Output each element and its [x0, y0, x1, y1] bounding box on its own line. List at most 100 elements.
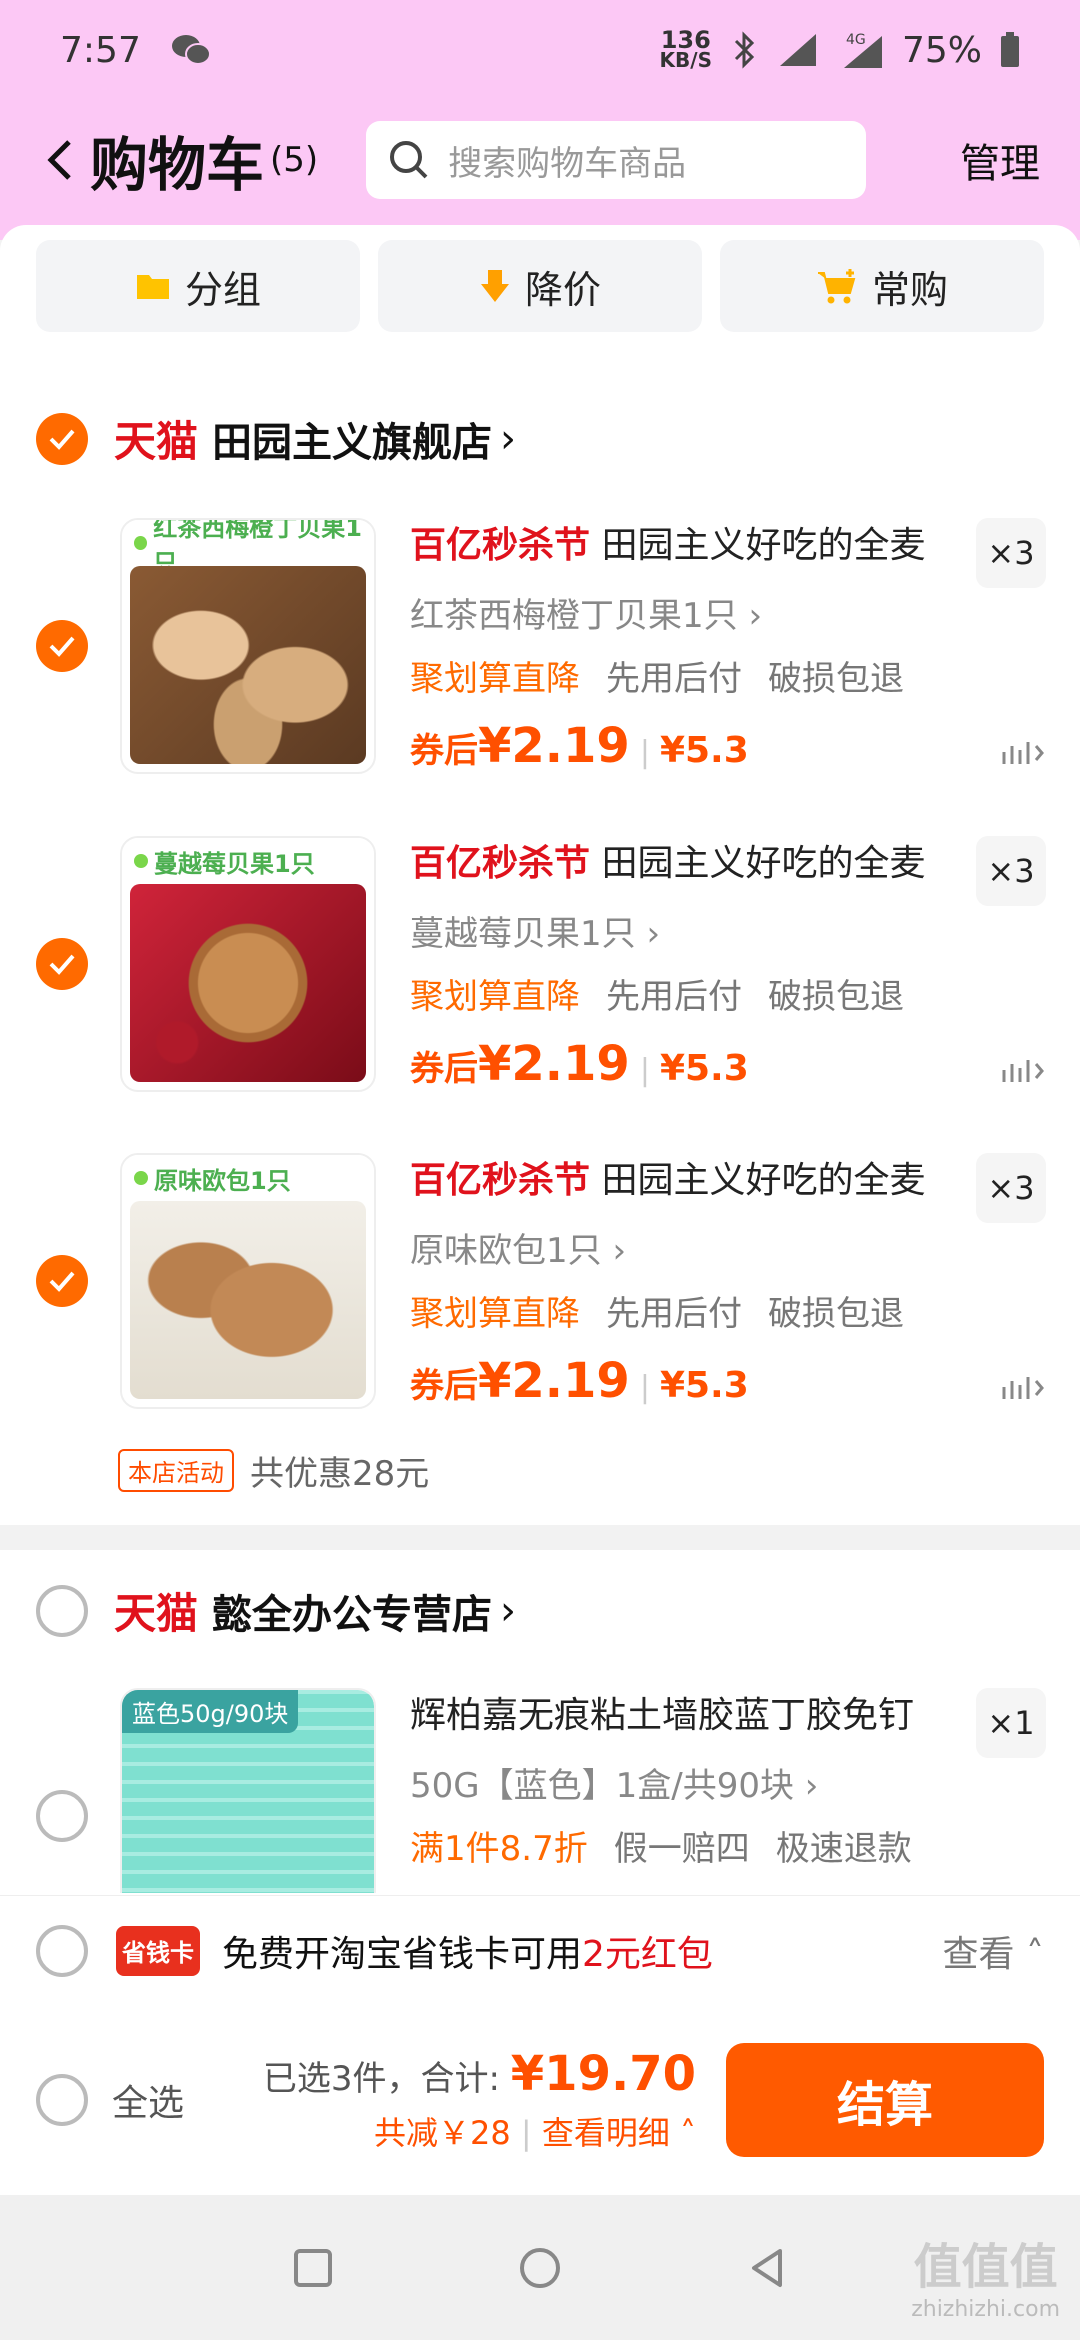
cart-item[interactable]: 蓝色50g/90块 辉柏嘉无痕粘土墙胶蓝丁胶免钉 50G【蓝色】1盒/共90块 …	[36, 1688, 1046, 1893]
battery-icon	[1001, 32, 1019, 67]
item-tags: 聚划算直降 先用后付 破损包退	[410, 1294, 904, 1334]
item-info: 辉柏嘉无痕粘土墙胶蓝丁胶免钉 50G【蓝色】1盒/共90块 › 满1件8.7折 …	[410, 1688, 970, 1870]
item-title[interactable]: 百亿秒杀节 田园主义好吃的全麦	[410, 1153, 970, 1209]
item-title[interactable]: 百亿秒杀节 田园主义好吃的全麦	[410, 836, 970, 892]
item-tags: 聚划算直降 先用后付 破损包退	[410, 659, 904, 699]
quantity-stepper[interactable]: ×3	[976, 518, 1046, 588]
item-price: 券后 ¥2.19 | ¥5.3	[410, 718, 749, 774]
activity-text: 共优惠28元	[250, 1454, 430, 1494]
cart-item[interactable]: 蔓越莓贝果1只 百亿秒杀节 田园主义好吃的全麦 蔓越莓贝果1只 › 聚划算直降 …	[36, 836, 1046, 1096]
cart-count: (5)	[270, 140, 319, 180]
store-header[interactable]: 天猫 田园主义旗舰店 ›	[36, 408, 516, 469]
cart-icon	[817, 269, 856, 304]
item-title[interactable]: 百亿秒杀节 田园主义好吃的全麦	[410, 518, 970, 574]
discount-text: 共减￥28	[373, 2114, 511, 2152]
signal-4g-icon: 4G	[843, 32, 882, 68]
item-info: 百亿秒杀节 田园主义好吃的全麦 红茶西梅橙丁贝果1只 › 聚划算直降 先用后付 …	[410, 518, 970, 700]
folder-icon	[136, 275, 169, 299]
product-image[interactable]: 蔓越莓贝果1只	[120, 836, 376, 1092]
chevron-right-icon: ›	[500, 415, 517, 462]
item-sku-selector[interactable]: 红茶西梅橙丁贝果1只 ›	[410, 588, 970, 637]
saver-card-checkbox[interactable]	[36, 1924, 88, 1977]
item-price: 券后 ¥2.19 | ¥5.3	[410, 1353, 749, 1409]
filter-bar: 分组 降价 常购	[36, 240, 1044, 332]
item-checkbox[interactable]	[36, 620, 88, 672]
search-input[interactable]: 搜索购物车商品	[366, 121, 867, 199]
item-sku-selector[interactable]: 50G【蓝色】1盒/共90块 ›	[410, 1758, 970, 1807]
selected-count: 已选3件，合计:	[262, 2059, 500, 2099]
tmall-label: 天猫	[114, 417, 199, 466]
image-sku-tag: 原味欧包1只	[154, 1166, 291, 1195]
battery-percent: 75%	[901, 29, 982, 71]
item-sku-selector[interactable]: 蔓越莓贝果1只 ›	[410, 906, 970, 955]
checkout-bar: 全选 已选3件，合计: ¥19.70 共减￥28 | 查看明细 ˄ 结算	[0, 2005, 1080, 2195]
chevron-right-icon: ›	[500, 1587, 517, 1634]
item-checkbox[interactable]	[36, 1255, 88, 1307]
tmall-label: 天猫	[114, 1589, 199, 1638]
check-icon	[49, 1271, 75, 1292]
watermark: 值值值 zhizhizhi.com	[911, 2239, 1060, 2322]
item-title[interactable]: 辉柏嘉无痕粘土墙胶蓝丁胶免钉	[410, 1688, 970, 1744]
store-name: 懿全办公专营店	[212, 1591, 493, 1638]
status-time: 7:57	[60, 29, 141, 71]
price-trend-icon[interactable]	[1000, 738, 1046, 775]
wechat-icon	[171, 35, 211, 65]
cart-header: 购物车 (5) 搜索购物车商品 管理	[0, 110, 1080, 210]
search-icon	[390, 141, 428, 179]
quantity-stepper[interactable]: ×3	[976, 1153, 1046, 1223]
check-icon	[49, 954, 75, 975]
image-sku-tag: 蔓越莓贝果1只	[154, 849, 315, 878]
image-sku-tag: 蓝色50g/90块	[122, 1690, 299, 1733]
view-detail-link[interactable]: 查看明细 ˄	[542, 2114, 696, 2152]
price-down-icon	[480, 270, 509, 302]
store-checkbox[interactable]	[36, 1584, 88, 1637]
cart-item[interactable]: 原味欧包1只 百亿秒杀节 田园主义好吃的全麦 原味欧包1只 › 聚划算直降 先用…	[36, 1153, 1046, 1413]
item-info: 百亿秒杀节 田园主义好吃的全麦 原味欧包1只 › 聚划算直降 先用后付 破损包退	[410, 1153, 970, 1335]
store-name: 田园主义旗舰店	[212, 419, 493, 466]
store-checkbox[interactable]	[36, 412, 88, 465]
saver-card-text: 免费开淘宝省钱卡可用2元红包	[222, 1933, 713, 1975]
check-icon	[49, 636, 75, 657]
back-nav-icon[interactable]	[737, 2238, 797, 2298]
manage-button[interactable]: 管理	[960, 131, 1040, 189]
item-tags: 满1件8.7折 假一赔四 极速退款	[410, 1829, 912, 1869]
product-image[interactable]: 原味欧包1只	[120, 1153, 376, 1409]
price-trend-icon[interactable]	[1000, 1056, 1046, 1093]
product-image[interactable]: 红茶西梅橙丁贝果1只	[120, 518, 376, 774]
check-icon	[49, 429, 75, 450]
item-checkbox[interactable]	[36, 1790, 88, 1842]
quantity-stepper[interactable]: ×1	[976, 1688, 1046, 1758]
quantity-stepper[interactable]: ×3	[976, 836, 1046, 906]
page-title: 购物车	[90, 131, 265, 199]
svg-text:4G: 4G	[846, 32, 866, 48]
home-icon[interactable]	[510, 2238, 570, 2298]
store-header[interactable]: 天猫 懿全办公专营店 ›	[36, 1580, 516, 1641]
status-bar: 7:57 136 KB/S 4G 75%	[0, 0, 1080, 100]
checkout-button[interactable]: 结算	[726, 2043, 1044, 2157]
search-placeholder: 搜索购物车商品	[448, 143, 687, 184]
filter-group-button[interactable]: 分组	[36, 240, 360, 332]
item-sku-selector[interactable]: 原味欧包1只 ›	[410, 1223, 970, 1272]
bluetooth-icon	[734, 31, 755, 69]
product-image[interactable]: 蓝色50g/90块	[120, 1688, 376, 1893]
store-activity[interactable]: 本店活动 共优惠28元	[118, 1446, 429, 1495]
filter-price-drop-button[interactable]: 降价	[378, 240, 702, 332]
cart-item[interactable]: 红茶西梅橙丁贝果1只 百亿秒杀节 田园主义好吃的全麦 红茶西梅橙丁贝果1只 › …	[36, 518, 1046, 778]
filter-frequent-button[interactable]: 常购	[720, 240, 1044, 332]
signal-icon	[779, 34, 816, 66]
price-trend-icon[interactable]	[1000, 1373, 1046, 1410]
item-checkbox[interactable]	[36, 938, 88, 990]
item-price: 券后 ¥2.19 | ¥5.3	[410, 1036, 749, 1092]
activity-badge: 本店活动	[118, 1449, 234, 1492]
order-summary: 已选3件，合计: ¥19.70 共减￥28 | 查看明细 ˄	[262, 2046, 696, 2152]
network-speed: 136 KB/S	[659, 26, 712, 72]
select-all-checkbox[interactable]	[36, 2074, 88, 2126]
item-tags: 聚划算直降 先用后付 破损包退	[410, 977, 904, 1017]
view-button[interactable]: 查看 ˄	[943, 1925, 1044, 1977]
saver-card-badge: 省钱卡	[116, 1925, 200, 1976]
saver-card-banner[interactable]: 省钱卡 免费开淘宝省钱卡可用2元红包 查看 ˄	[0, 1895, 1080, 2005]
select-all-label[interactable]: 全选	[112, 2074, 184, 2126]
item-info: 百亿秒杀节 田园主义好吃的全麦 蔓越莓贝果1只 › 聚划算直降 先用后付 破损包…	[410, 836, 970, 1018]
back-icon[interactable]	[40, 130, 80, 190]
recents-icon[interactable]	[283, 2238, 343, 2298]
